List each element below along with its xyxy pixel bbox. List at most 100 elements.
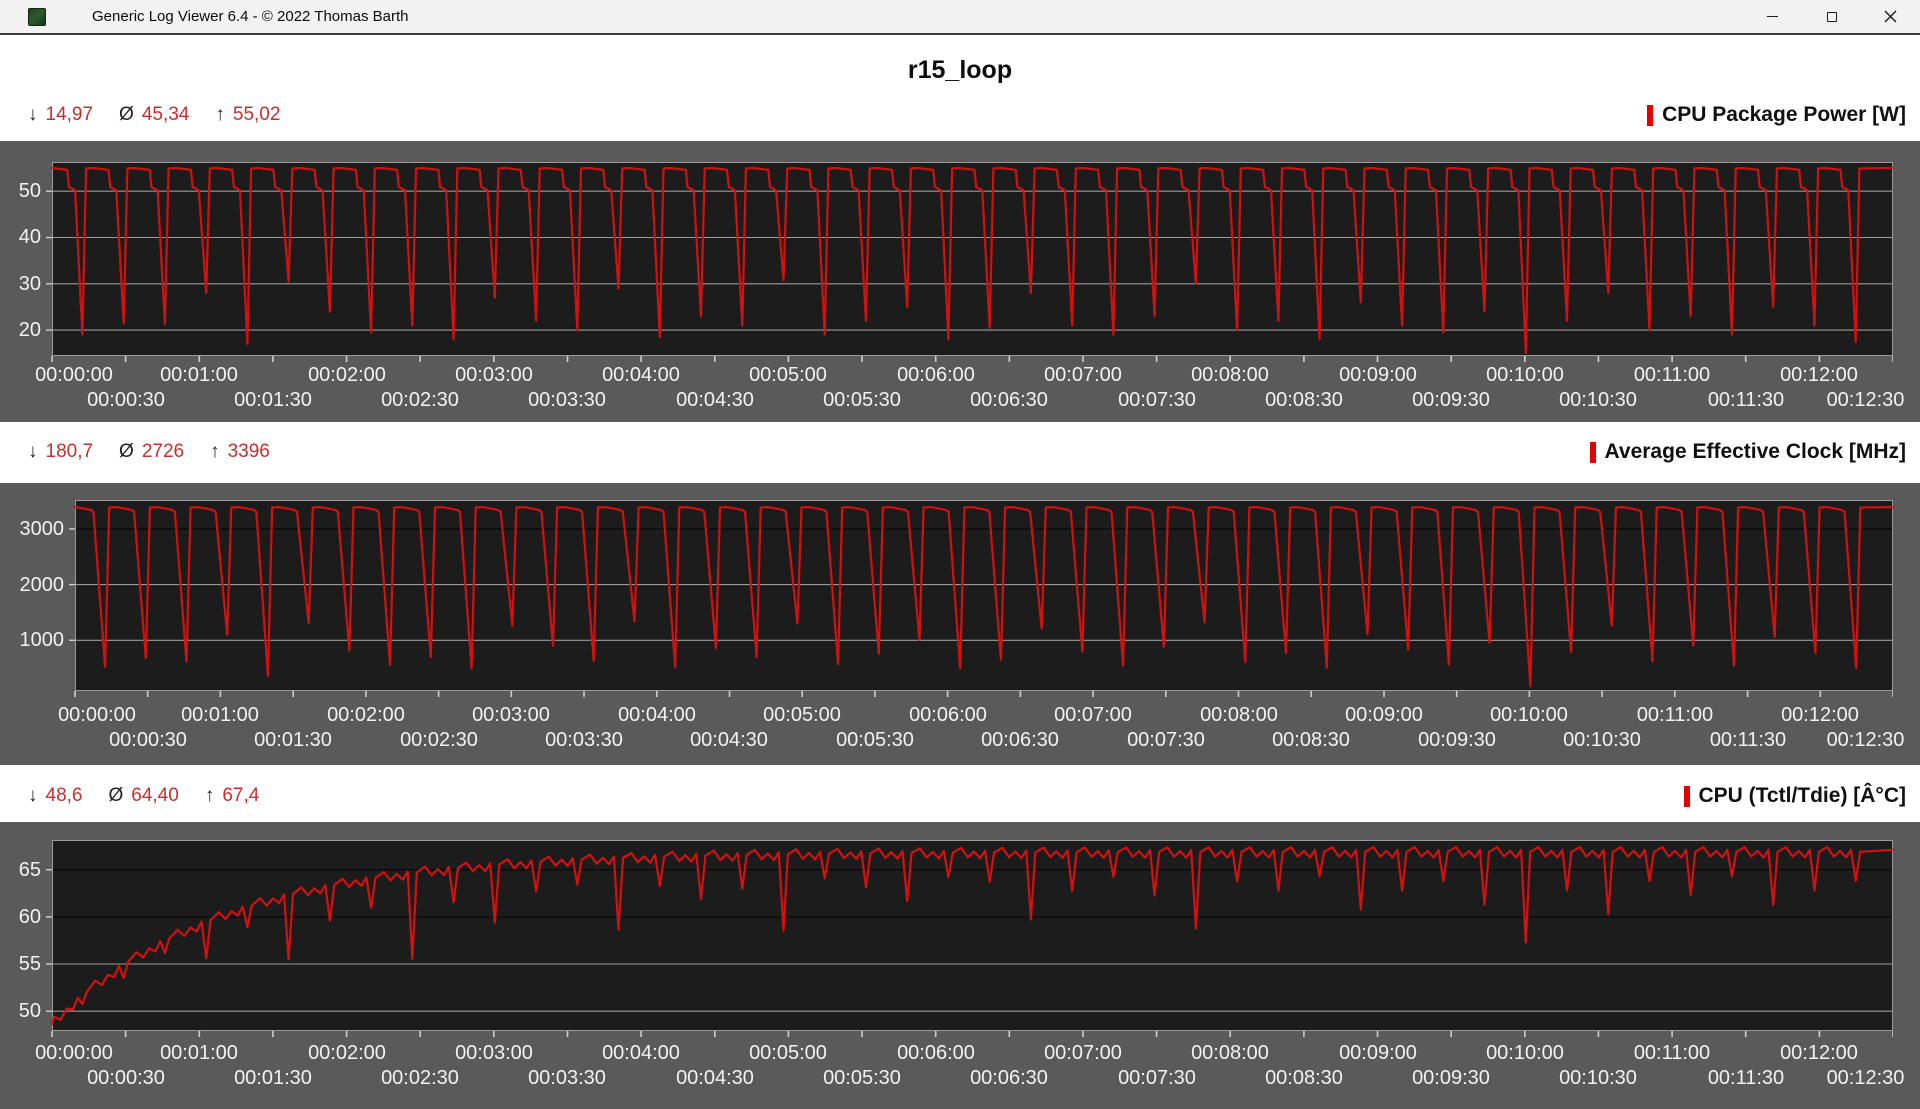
- time-axis-label: 00:12:30: [1826, 729, 1905, 751]
- time-axis-label: 00:07:30: [1127, 729, 1205, 751]
- avg-value: 45,34: [141, 104, 190, 125]
- max-arrow-icon: ↑: [210, 441, 220, 462]
- series-color-bar-icon: [1683, 785, 1690, 807]
- chart-panel-clock[interactable]: 3000 2000 1000 00:00:00 00:01:00 00:02:00 00:0…: [0, 483, 1920, 765]
- chart-title-label: CPU (Tctl/Tdie) [Â°C]: [1698, 784, 1907, 807]
- time-axis-label: 00:06:00: [897, 1042, 975, 1064]
- max-value: 55,02: [232, 104, 281, 125]
- chart-panel-temp[interactable]: 65 60 55 50 00:00:00 00:01:00 00:02:00 00:03:00…: [0, 822, 1920, 1109]
- chart-plot-area[interactable]: [69, 500, 1893, 699]
- chart-plot-area[interactable]: [46, 840, 1893, 1039]
- close-icon: [1884, 10, 1897, 23]
- time-axis-label: 00:07:30: [1118, 1067, 1196, 1089]
- time-axis-label: 00:12:00: [1781, 704, 1859, 726]
- time-axis-label: 00:11:30: [1709, 729, 1787, 751]
- min-arrow-icon: ↓: [28, 104, 38, 125]
- stats-values: ↓ 14,97 Ø 45,34 ↑ 55,02: [28, 104, 280, 126]
- max-value: 3396: [227, 441, 270, 462]
- time-axis-label: 00:08:00: [1191, 1042, 1269, 1064]
- minimize-button[interactable]: [1743, 0, 1802, 33]
- time-axis-label: 00:04:30: [676, 1067, 754, 1089]
- time-axis-label: 00:08:30: [1272, 729, 1350, 751]
- time-axis-label: 00:00:00: [35, 364, 113, 386]
- stats-values: ↓ 48,6 Ø 64,40 ↑ 67,4: [28, 785, 259, 807]
- time-axis-label: 00:08:00: [1191, 364, 1269, 386]
- chart-title-power: CPU Package Power [W]: [1647, 103, 1906, 127]
- time-axis-label: 00:11:30: [1707, 389, 1785, 411]
- time-axis-label: 00:03:00: [472, 704, 550, 726]
- time-axis-label: 00:12:00: [1780, 1042, 1858, 1064]
- y-axis-tick-label: 20: [18, 319, 41, 341]
- chart-title-temp: CPU (Tctl/Tdie) [Â°C]: [1683, 784, 1907, 808]
- y-axis-tick-label: 1000: [19, 629, 65, 651]
- minimize-icon: [1767, 15, 1778, 18]
- y-axis-tick-label: 55: [18, 953, 41, 975]
- max-arrow-icon: ↑: [204, 785, 215, 806]
- titlebar-separator: [0, 33, 1920, 35]
- close-button[interactable]: [1861, 0, 1920, 33]
- time-axis-label: 00:01:30: [234, 1067, 312, 1089]
- app-window: Generic Log Viewer 6.4 - © 2022 Thomas B…: [0, 0, 1920, 1109]
- time-axis-label: 00:00:30: [109, 729, 187, 751]
- time-axis-label: 00:02:00: [308, 1042, 386, 1064]
- time-axis-label: 00:03:00: [455, 364, 533, 386]
- time-axis-label: 00:12:30: [1826, 389, 1905, 411]
- time-axis-label: 00:10:30: [1563, 729, 1641, 751]
- y-axis-tick-label: 2000: [19, 574, 65, 596]
- time-axis-label: 00:04:00: [602, 364, 680, 386]
- time-axis-label: 00:08:30: [1265, 1067, 1343, 1089]
- time-axis-label: 00:04:00: [602, 1042, 680, 1064]
- time-axis-label: 00:02:30: [400, 729, 478, 751]
- time-axis-label: 00:02:30: [381, 1067, 459, 1089]
- time-axis-label: 00:01:00: [181, 704, 259, 726]
- chart-plot-area[interactable]: [46, 162, 1893, 364]
- maximize-button[interactable]: [1802, 0, 1861, 33]
- min-arrow-icon: ↓: [28, 785, 38, 806]
- time-axis-label: 00:01:30: [254, 729, 332, 751]
- y-axis-tick-label: 30: [18, 273, 41, 295]
- time-axis-label: 00:09:30: [1412, 389, 1490, 411]
- chart-title-label: CPU Package Power [W]: [1662, 103, 1906, 126]
- chart-title-clock: Average Effective Clock [MHz]: [1589, 440, 1906, 464]
- time-axis-label: 00:09:30: [1418, 729, 1496, 751]
- time-axis-label: 00:11:00: [1636, 704, 1714, 726]
- time-axis-label: 00:12:00: [1780, 364, 1858, 386]
- time-axis-label: 00:10:00: [1486, 364, 1564, 386]
- time-axis-label: 00:10:30: [1559, 389, 1637, 411]
- time-axis-label: 00:05:30: [823, 1067, 901, 1089]
- time-axis-label: 00:07:30: [1118, 389, 1196, 411]
- chart-title-label: Average Effective Clock [MHz]: [1604, 440, 1906, 463]
- time-axis-label: 00:07:00: [1044, 364, 1122, 386]
- min-value: 180,7: [45, 441, 94, 462]
- time-axis-label: 00:11:00: [1633, 364, 1711, 386]
- page-title: r15_loop: [907, 56, 1013, 84]
- time-axis-label: 00:04:30: [690, 729, 768, 751]
- time-axis-label: 00:05:00: [749, 1042, 827, 1064]
- time-axis-label: 00:03:30: [545, 729, 623, 751]
- series-color-bar-icon: [1647, 104, 1654, 126]
- time-axis-label: 00:06:30: [970, 1067, 1048, 1089]
- time-axis-label: 00:10:30: [1559, 1067, 1637, 1089]
- avg-icon: Ø: [119, 104, 134, 125]
- time-axis-label: 00:03:30: [528, 1067, 606, 1089]
- time-axis-label: 00:05:00: [763, 704, 841, 726]
- time-axis-label: 00:01:00: [160, 1042, 238, 1064]
- min-value: 48,6: [45, 785, 83, 806]
- y-axis-tick-label: 50: [18, 180, 41, 202]
- time-axis-label: 00:09:00: [1339, 1042, 1417, 1064]
- avg-icon: Ø: [119, 441, 134, 462]
- window-controls: [1743, 0, 1920, 33]
- time-axis-label: 00:03:00: [455, 1042, 533, 1064]
- time-axis-label: 00:01:30: [234, 389, 312, 411]
- avg-icon: Ø: [108, 785, 124, 806]
- chart-panel-power[interactable]: 50 40 30 20 00:00:00 00:01:00 00:02:00 00:03:00…: [0, 141, 1920, 422]
- avg-value: 2726: [141, 441, 185, 462]
- time-axis-label: 00:04:00: [618, 704, 696, 726]
- time-axis-label: 00:02:00: [308, 364, 386, 386]
- y-axis-tick-label: 65: [18, 859, 41, 881]
- titlebar[interactable]: Generic Log Viewer 6.4 - © 2022 Thomas B…: [0, 0, 1920, 33]
- time-axis-label: 00:08:30: [1265, 389, 1343, 411]
- time-axis-label: 00:06:30: [970, 389, 1048, 411]
- time-axis-label: 00:06:30: [981, 729, 1059, 751]
- time-axis-label: 00:02:00: [327, 704, 405, 726]
